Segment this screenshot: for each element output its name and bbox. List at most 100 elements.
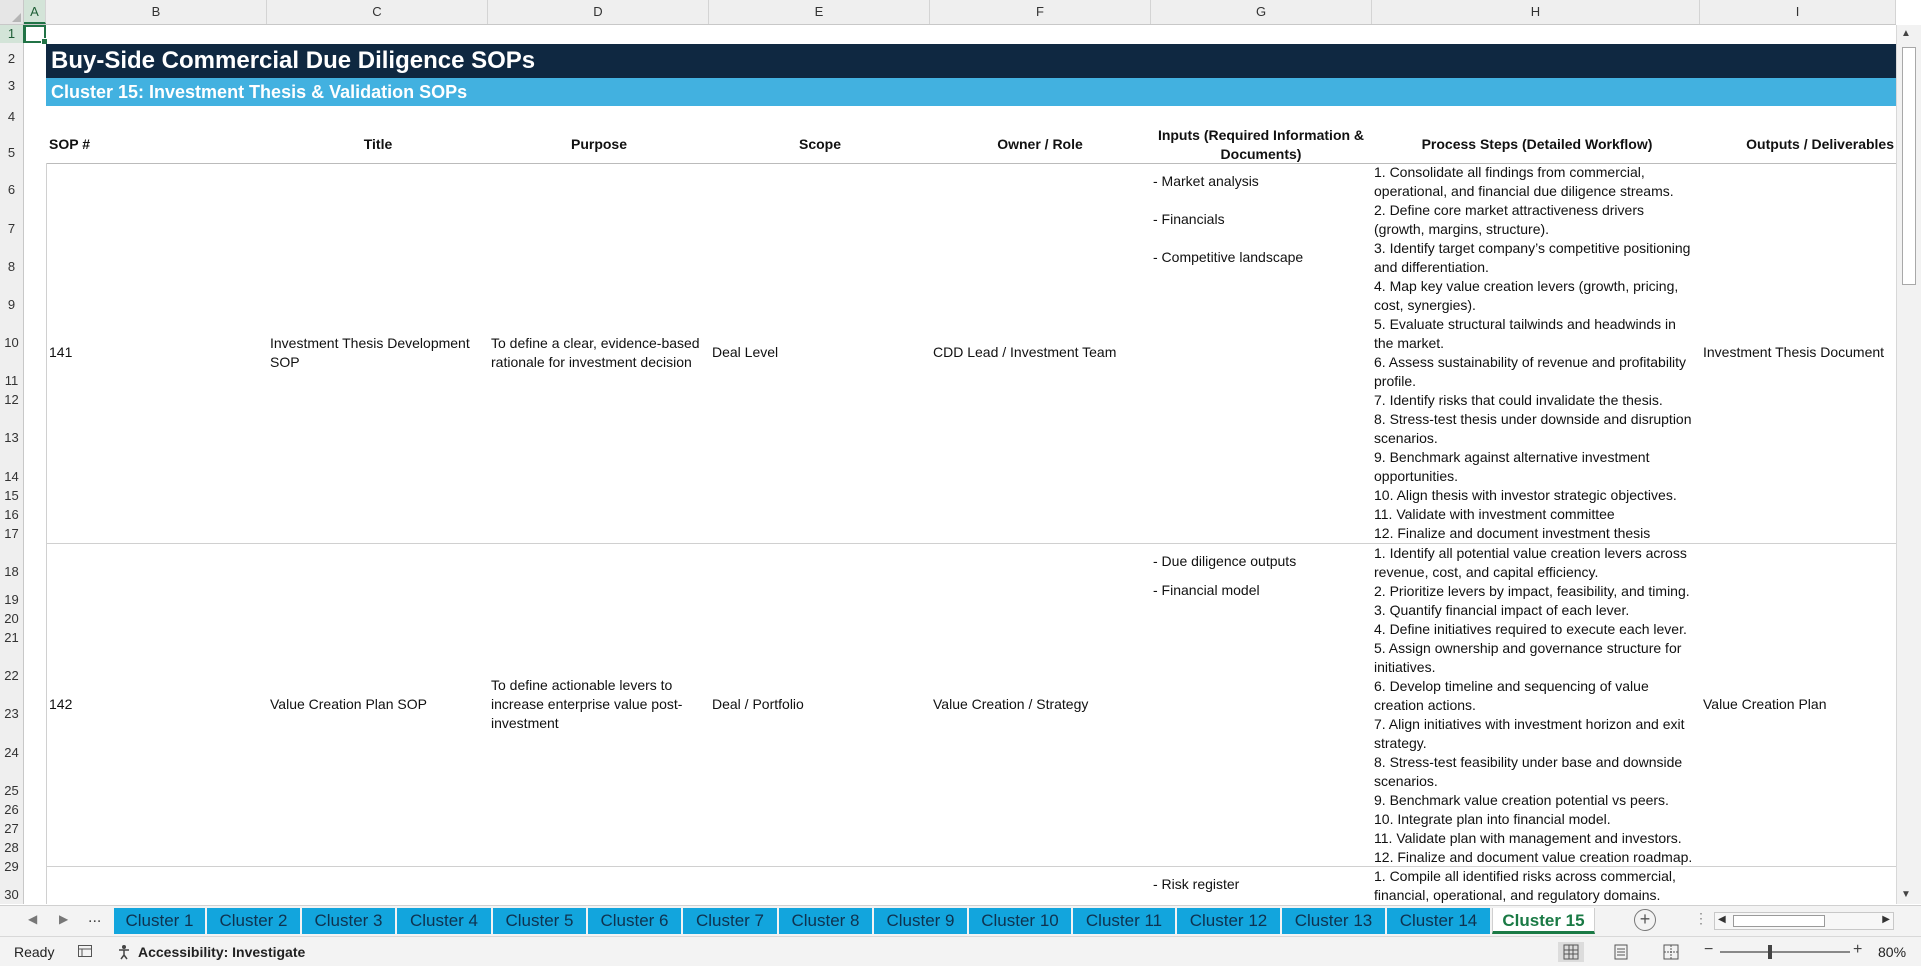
sheet-title[interactable]: Buy-Side Commercial Due Diligence SOPs	[46, 44, 1896, 78]
header-scope[interactable]: Scope	[710, 135, 930, 154]
cell-purpose[interactable]: To define a clear, evidence-based ration…	[491, 334, 701, 372]
header-purpose[interactable]: Purpose	[489, 135, 709, 154]
scroll-right-icon[interactable]: ▶	[1882, 914, 1890, 925]
row-header[interactable]: 14	[0, 469, 23, 487]
header-outputs[interactable]: Outputs / Deliverables	[1702, 135, 1896, 154]
cell-title[interactable]: Investment Thesis Development SOP	[270, 334, 480, 372]
row-header[interactable]: 13	[0, 430, 23, 448]
tab-cluster-13[interactable]: Cluster 13	[1282, 908, 1387, 934]
tab-cluster-7[interactable]: Cluster 7	[683, 908, 779, 934]
tab-cluster-11[interactable]: Cluster 11	[1073, 908, 1177, 934]
row-header[interactable]: 26	[0, 802, 23, 820]
row-header[interactable]: 25	[0, 783, 23, 801]
tab-cluster-4[interactable]: Cluster 4	[397, 908, 493, 934]
zoom-in-icon[interactable]: +	[1853, 941, 1862, 959]
scroll-up-icon[interactable]: ▲	[1901, 28, 1911, 39]
cell-scope[interactable]: Deal Level	[712, 343, 778, 362]
row-header[interactable]: 27	[0, 821, 23, 839]
row-header[interactable]: 20	[0, 611, 23, 629]
scroll-down-icon[interactable]: ▼	[1901, 889, 1911, 900]
row-header[interactable]: 17	[0, 526, 23, 544]
tab-cluster-3[interactable]: Cluster 3	[302, 908, 397, 934]
normal-view-icon[interactable]	[1558, 942, 1584, 962]
vertical-scroll-thumb[interactable]	[1902, 47, 1916, 285]
column-header-i[interactable]: I	[1700, 0, 1896, 24]
header-sop-number[interactable]: SOP #	[49, 135, 90, 154]
tab-cluster-9[interactable]: Cluster 9	[874, 908, 969, 934]
add-sheet-icon[interactable]: +	[1634, 909, 1656, 931]
tab-cluster-10[interactable]: Cluster 10	[969, 908, 1073, 934]
cell-sop-number[interactable]: 142	[49, 695, 72, 714]
horizontal-scroll-thumb[interactable]	[1733, 915, 1825, 927]
cell-inputs[interactable]: - Due diligence outputs - Financial mode…	[1153, 552, 1367, 600]
cell-purpose[interactable]: To define actionable levers to increase …	[491, 676, 701, 733]
row-header[interactable]: 23	[0, 706, 23, 724]
header-title[interactable]: Title	[268, 135, 488, 154]
row-header[interactable]: 11	[0, 373, 23, 391]
page-layout-view-icon[interactable]	[1608, 942, 1634, 962]
cell-sop-number[interactable]: 141	[49, 343, 72, 362]
zoom-level[interactable]: 80%	[1878, 944, 1906, 960]
column-header-b[interactable]: B	[46, 0, 267, 24]
row-header[interactable]: 12	[0, 392, 23, 410]
row-header[interactable]: 30	[0, 887, 23, 904]
cell-scope[interactable]: Deal / Portfolio	[712, 695, 804, 714]
tab-cluster-2[interactable]: Cluster 2	[207, 908, 302, 934]
zoom-out-icon[interactable]: −	[1704, 941, 1713, 959]
zoom-slider[interactable]	[1720, 951, 1850, 953]
cell-process-steps[interactable]: 1. Consolidate all findings from commerc…	[1374, 163, 1694, 543]
header-inputs[interactable]: Inputs (Required Information & Documents…	[1151, 126, 1371, 164]
cell-owner[interactable]: CDD Lead / Investment Team	[933, 343, 1116, 362]
select-all-corner[interactable]	[0, 0, 24, 25]
row-header[interactable]: 6	[0, 182, 23, 200]
tab-split-handle-icon[interactable]: ⋮	[1694, 910, 1708, 927]
cell-outputs[interactable]: Investment Thesis Document	[1703, 343, 1884, 362]
zoom-slider-thumb[interactable]	[1768, 945, 1772, 959]
column-header-a[interactable]: A	[24, 0, 46, 24]
column-header-g[interactable]: G	[1151, 0, 1372, 24]
row-header[interactable]: 28	[0, 840, 23, 858]
accessibility-status[interactable]: Accessibility: Investigate	[138, 944, 305, 960]
tab-scroll-right-icon[interactable]: ▶	[59, 912, 68, 926]
scroll-left-icon[interactable]: ◀	[1718, 914, 1726, 925]
header-owner[interactable]: Owner / Role	[930, 135, 1150, 154]
tab-scroll-left-icon[interactable]: ◀	[28, 912, 37, 926]
column-header-h[interactable]: H	[1372, 0, 1700, 24]
cell-title[interactable]: Value Creation Plan SOP	[270, 695, 427, 714]
row-header[interactable]: 4	[0, 109, 23, 127]
column-header-e[interactable]: E	[709, 0, 930, 24]
row-header[interactable]: 5	[0, 145, 23, 163]
tab-cluster-6[interactable]: Cluster 6	[588, 908, 683, 934]
row-header[interactable]: 10	[0, 335, 23, 353]
vertical-scrollbar[interactable]: ▲ ▼	[1896, 25, 1921, 904]
tab-overflow-ellipsis[interactable]: ...	[88, 909, 101, 927]
row-header[interactable]: 18	[0, 564, 23, 582]
column-header-d[interactable]: D	[488, 0, 709, 24]
tab-cluster-14[interactable]: Cluster 14	[1387, 908, 1492, 934]
row-header[interactable]: 16	[0, 507, 23, 525]
row-header[interactable]: 1	[0, 25, 25, 43]
tab-cluster-15[interactable]: Cluster 15	[1492, 908, 1595, 934]
tab-cluster-12[interactable]: Cluster 12	[1177, 908, 1282, 934]
tab-cluster-8[interactable]: Cluster 8	[779, 908, 874, 934]
accessibility-icon[interactable]	[116, 943, 134, 964]
row-header[interactable]: 21	[0, 630, 23, 648]
row-header[interactable]: 22	[0, 668, 23, 686]
column-header-f[interactable]: F	[930, 0, 1151, 24]
row-header[interactable]: 9	[0, 297, 23, 315]
page-break-preview-icon[interactable]	[1658, 942, 1684, 962]
row-header[interactable]: 7	[0, 221, 23, 239]
active-cell-a1[interactable]	[24, 25, 48, 45]
row-header[interactable]: 29	[0, 859, 23, 877]
cell-inputs[interactable]: - Risk register	[1153, 875, 1367, 894]
row-header[interactable]: 2	[0, 51, 23, 69]
row-header[interactable]: 8	[0, 259, 23, 277]
sheet-subtitle[interactable]: Cluster 15: Investment Thesis & Validati…	[46, 78, 1896, 106]
cell-inputs[interactable]: - Market analysis - Financials - Competi…	[1153, 172, 1367, 267]
cell-outputs[interactable]: Value Creation Plan	[1703, 695, 1826, 714]
tab-cluster-1[interactable]: Cluster 1	[114, 908, 207, 934]
macro-record-icon[interactable]	[77, 943, 93, 962]
row-header[interactable]: 24	[0, 745, 23, 763]
column-header-c[interactable]: C	[267, 0, 488, 24]
tab-cluster-5[interactable]: Cluster 5	[493, 908, 588, 934]
